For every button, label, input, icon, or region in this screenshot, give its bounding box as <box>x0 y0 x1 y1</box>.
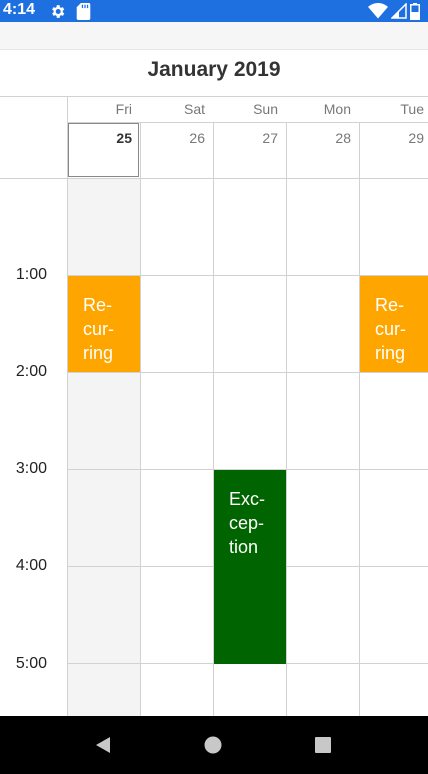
day-name: Mon <box>323 101 351 117</box>
day-number[interactable]: 25 <box>76 130 132 146</box>
time-label: 3:00 <box>15 460 47 477</box>
day-name: Tue <box>400 101 424 117</box>
event-label: Exc- cep- tion <box>229 489 265 557</box>
event-recurring[interactable]: Re- cur- ring <box>360 276 428 372</box>
day-name: Sat <box>183 101 205 117</box>
time-label: 4:00 <box>15 557 47 574</box>
day-name: Sun <box>253 101 278 117</box>
time-label: 2:00 <box>15 363 47 380</box>
day-number[interactable]: 27 <box>222 130 278 146</box>
column-divider <box>67 96 68 716</box>
day-number[interactable]: 28 <box>295 130 351 146</box>
event-recurring[interactable]: Re- cur- ring <box>68 276 140 372</box>
column-divider <box>286 122 287 716</box>
recents-icon[interactable] <box>314 736 332 754</box>
allday-divider <box>0 178 428 179</box>
day-name: Fri <box>115 101 132 117</box>
time-label: 1:00 <box>15 266 47 283</box>
event-label: Re- cur- ring <box>83 295 114 363</box>
column-divider <box>359 122 360 716</box>
event-label: Re- cur- ring <box>375 295 406 363</box>
time-label: 5:00 <box>15 655 47 672</box>
calendar-grid: Fri Sat Sun Mon Tue 25 26 27 28 29 1:00 … <box>0 0 428 716</box>
header-divider <box>0 96 428 97</box>
day-number[interactable]: 29 <box>368 130 424 146</box>
navigation-bar <box>0 716 428 774</box>
event-exception[interactable]: Exc- cep- tion <box>214 470 286 664</box>
today-column <box>68 178 140 716</box>
home-icon[interactable] <box>204 736 222 754</box>
day-number[interactable]: 26 <box>149 130 205 146</box>
hour-line <box>68 372 428 373</box>
column-divider <box>140 122 141 716</box>
back-icon[interactable] <box>94 736 112 754</box>
